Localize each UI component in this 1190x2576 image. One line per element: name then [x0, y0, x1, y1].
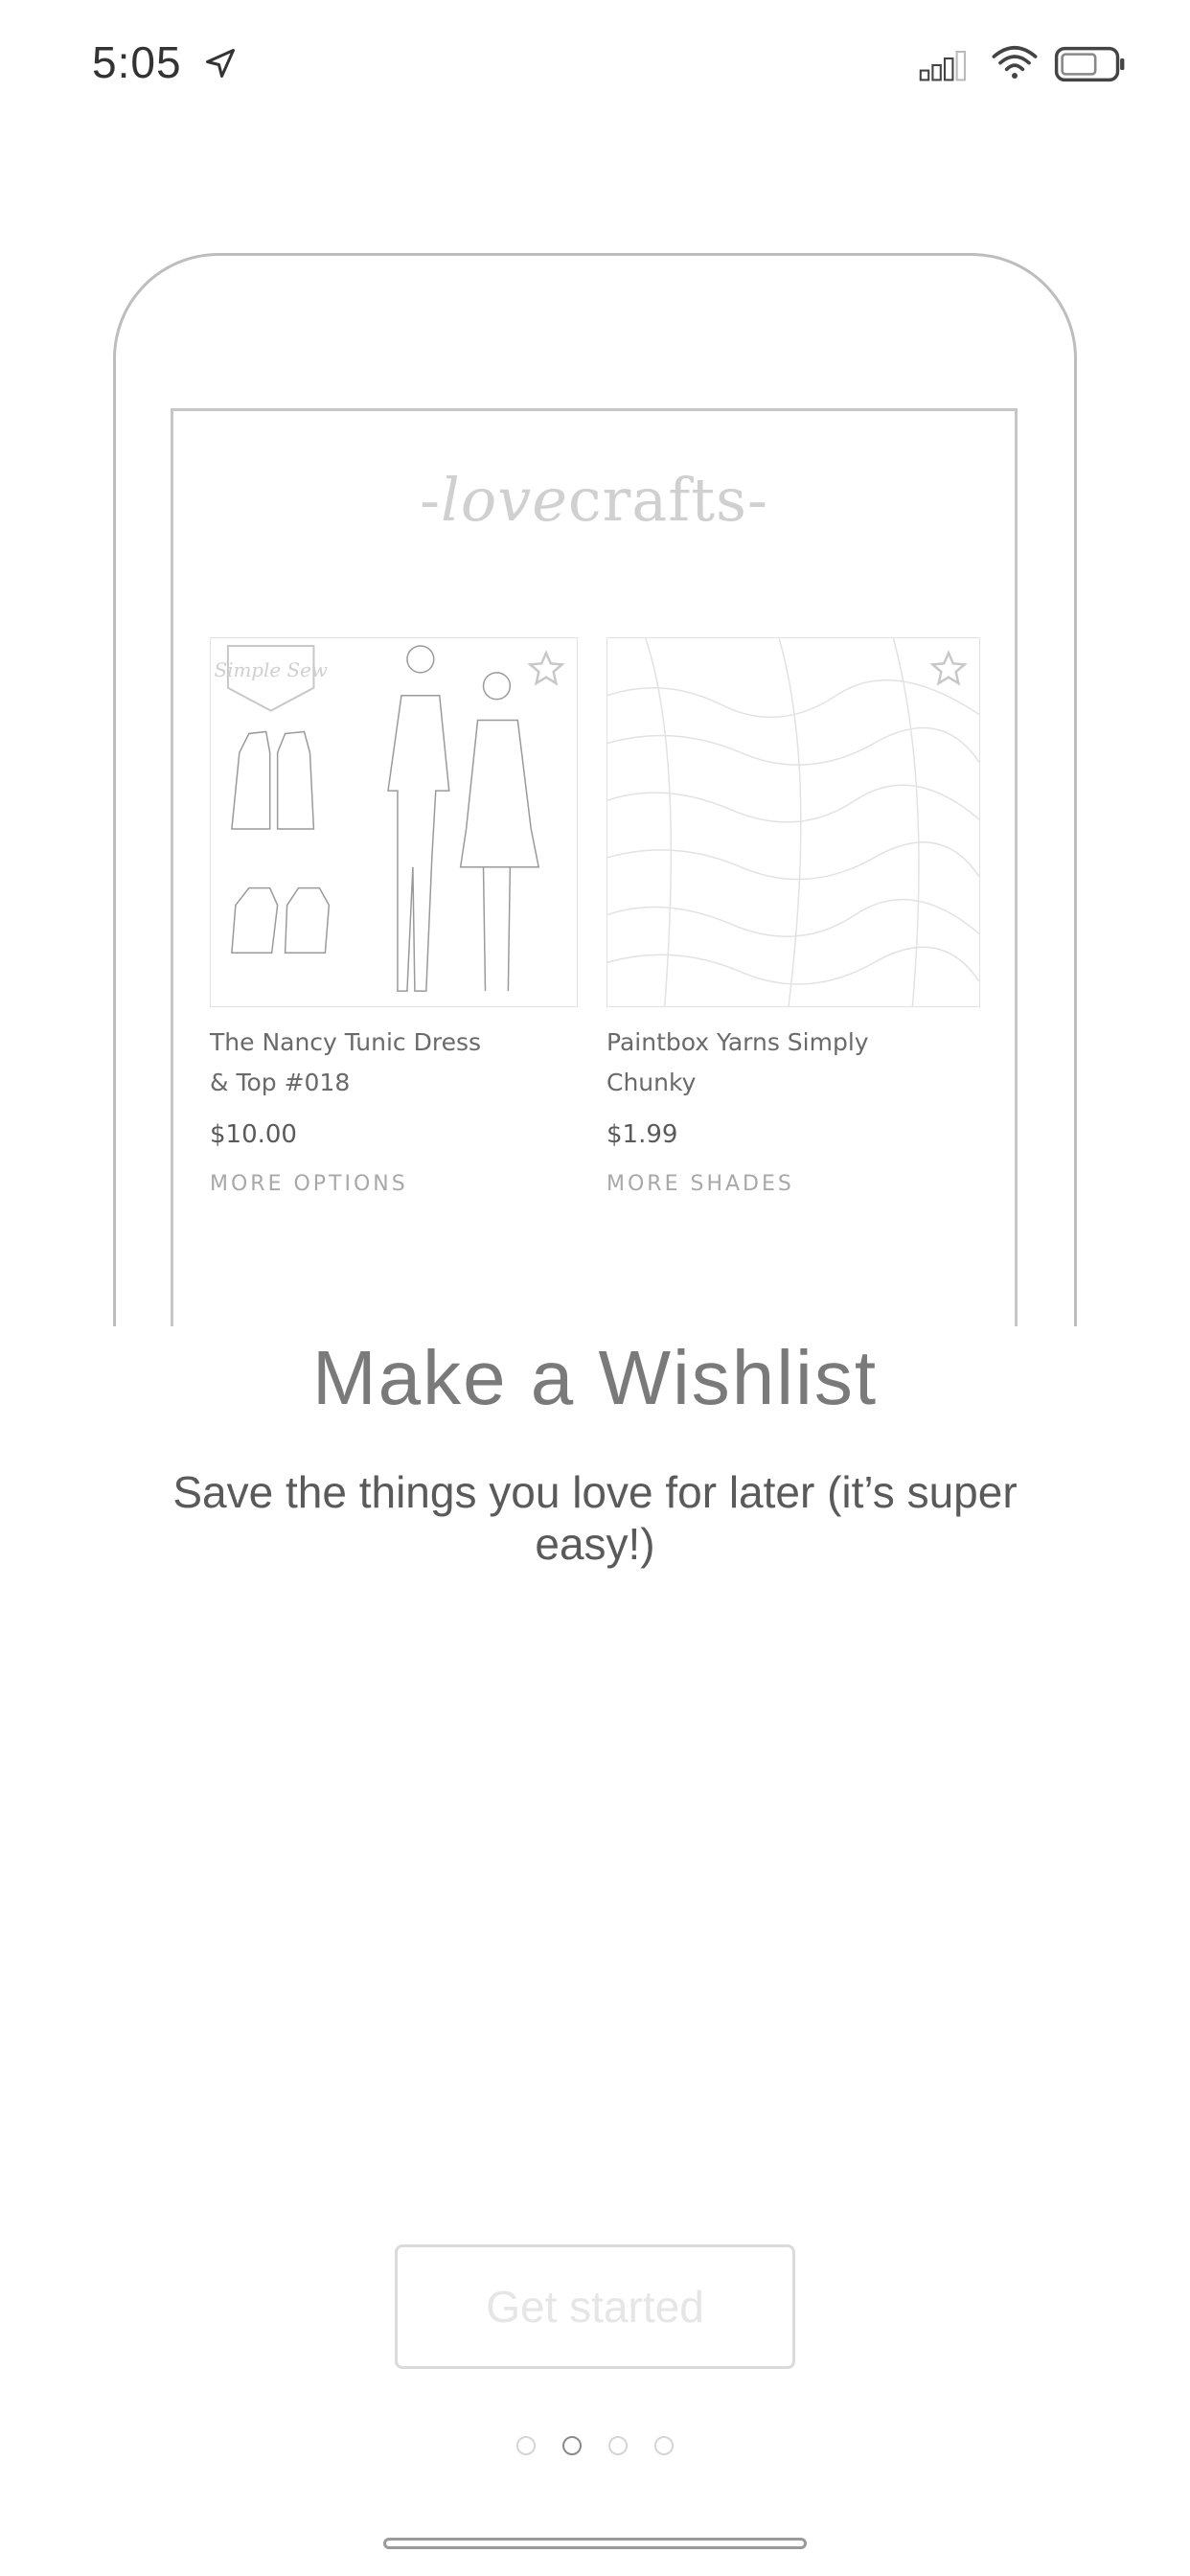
favorite-star-icon[interactable]	[929, 650, 968, 688]
cellular-signal-icon	[919, 50, 967, 81]
onboarding-title: Make a Wishlist	[311, 1335, 879, 1420]
product-price: $1.99	[606, 1120, 678, 1149]
page-dot[interactable]	[654, 2436, 674, 2455]
product-price: $10.00	[210, 1120, 297, 1149]
page-dot[interactable]	[516, 2436, 536, 2455]
onboarding-subtitle: Save the things you love for later (it’s…	[172, 1467, 1018, 1569]
dress-pattern-illustration: Simple Sew	[214, 644, 540, 992]
location-arrow-icon	[206, 49, 235, 78]
product-name[interactable]: Paintbox Yarns Simply Chunky	[606, 1023, 894, 1103]
status-time: 5:05	[92, 37, 182, 87]
product-card: Simple Sew The Nancy Tunic Dress & Top #…	[210, 637, 593, 1196]
status-bar: 5:05	[0, 0, 1190, 134]
home-indicator[interactable]	[383, 2538, 807, 2549]
get-started-button[interactable]: Get started	[395, 2244, 795, 2369]
page-dot[interactable]	[608, 2436, 628, 2455]
lovecrafts-logo: -lovecrafts-	[420, 465, 768, 535]
product-image-pattern: Simple Sew	[210, 637, 578, 1007]
product-card: Paintbox Yarns Simply Chunky $1.99 MORE …	[606, 637, 990, 1196]
product-name[interactable]: The Nancy Tunic Dress & Top #018	[210, 1023, 497, 1103]
more-shades-link[interactable]: MORE SHADES	[606, 1172, 990, 1196]
yarn-texture-image	[606, 637, 980, 1007]
favorite-star-icon[interactable]	[527, 650, 565, 688]
pattern-badge-text: Simple Sew	[214, 659, 327, 681]
product-image-yarn	[606, 637, 980, 1007]
page-indicator[interactable]	[0, 2436, 1190, 2455]
more-options-link[interactable]: MORE OPTIONS	[210, 1172, 593, 1196]
wifi-icon	[992, 46, 1038, 79]
page-dot-active[interactable]	[562, 2436, 582, 2455]
phone-mockup-screen: -lovecrafts- Simple Sew The Nancy Tunic …	[171, 408, 1018, 1326]
battery-icon	[1054, 46, 1125, 82]
